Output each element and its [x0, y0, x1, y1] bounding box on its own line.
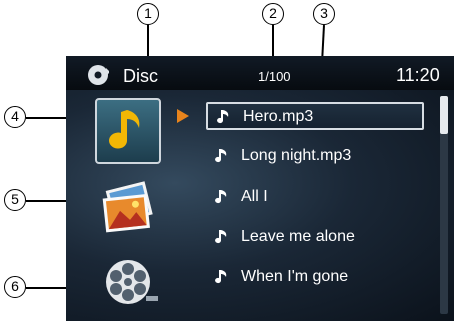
music-note-icon	[215, 149, 227, 163]
file-row-5[interactable]: When I'm gone	[206, 264, 424, 292]
file-row-3[interactable]: All I	[206, 184, 424, 212]
callout-5: 5	[4, 189, 26, 211]
file-name: When I'm gone	[241, 268, 349, 285]
scrollbar-thumb[interactable]	[440, 96, 448, 134]
music-note-icon	[109, 110, 140, 149]
file-row-2[interactable]: Long night.mp3	[206, 143, 424, 171]
photo-mode-button[interactable]	[96, 174, 160, 238]
status-bar: Disc 1/100 11:20	[66, 56, 454, 90]
callout-4: 4	[4, 106, 26, 128]
track-counter: 1/100	[258, 69, 291, 84]
source-label: Disc	[123, 66, 158, 86]
file-name: All I	[241, 188, 268, 205]
callout-2: 2	[262, 3, 284, 25]
file-name: Long night.mp3	[241, 147, 352, 164]
file-row-4[interactable]: Leave me alone	[206, 224, 424, 252]
clock: 11:20	[396, 65, 440, 85]
music-note-icon	[215, 270, 227, 284]
music-note-icon	[215, 230, 227, 244]
audio-mode-button[interactable]	[95, 98, 161, 164]
file-name: Leave me alone	[241, 228, 355, 245]
file-row-1[interactable]: Hero.mp3	[206, 102, 424, 130]
video-mode-button[interactable]	[100, 252, 160, 312]
music-note-icon	[217, 110, 229, 124]
music-note-icon	[215, 190, 227, 204]
file-name: Hero.mp3	[243, 108, 314, 125]
media-player-screen: Disc 1/100 11:20 Hero.mp3 Long night.mp3…	[66, 56, 454, 321]
photo-icon	[102, 181, 153, 233]
callout-3: 3	[313, 3, 335, 25]
disc-icon	[88, 65, 109, 85]
film-reel-icon	[106, 260, 158, 304]
now-playing-arrow-icon	[177, 109, 189, 123]
callout-1: 1	[137, 3, 159, 25]
callout-6: 6	[4, 276, 26, 298]
